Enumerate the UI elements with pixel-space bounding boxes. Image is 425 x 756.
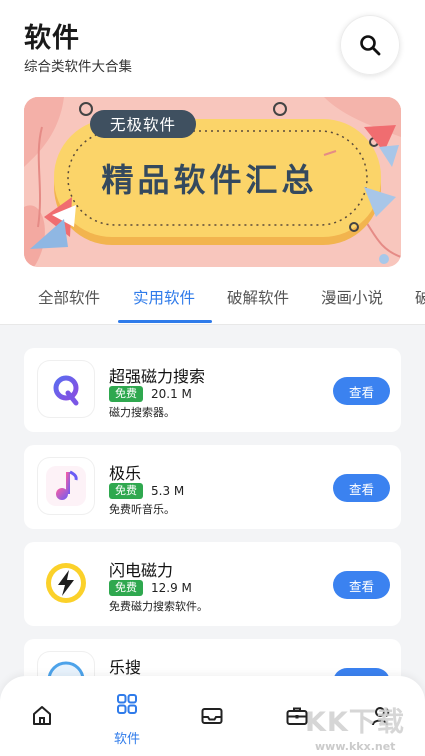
view-button[interactable]: 查看 [333, 571, 390, 599]
app-size: 5.3 M [151, 484, 185, 498]
watermark-text: KK下载 [305, 707, 405, 738]
app-name: 超强磁力搜索 [109, 367, 206, 386]
app-size: 12.9 M [151, 581, 192, 595]
category-tabs: 全部软件 实用软件 破解软件 漫画小说 破 [0, 278, 425, 325]
app-name: 极乐 [109, 464, 142, 483]
app-icon [38, 458, 94, 514]
list-item[interactable]: 极乐 免费 5.3 M 免费听音乐。 查看 [24, 445, 401, 529]
tab-comics[interactable]: 漫画小说 [321, 286, 383, 308]
lightning-icon [46, 563, 86, 603]
grid-icon [117, 694, 137, 714]
view-button[interactable]: 查看 [333, 474, 390, 502]
nav-messages[interactable] [177, 676, 247, 756]
price-badge: 免费 [109, 386, 143, 402]
app-description: 免费听音乐。 [109, 503, 175, 516]
tab-cracked[interactable]: 破解软件 [227, 286, 289, 308]
search-button[interactable] [340, 15, 400, 75]
app-size: 20.1 M [151, 387, 192, 401]
app-description: 磁力搜索器。 [109, 406, 175, 419]
app-icon [38, 361, 94, 417]
price-badge: 免费 [109, 580, 143, 596]
list-item[interactable]: 闪电磁力 免费 12.9 M 免费磁力搜索软件。 查看 [24, 542, 401, 626]
banner-badge: 无极软件 [90, 110, 196, 138]
mail-icon [201, 708, 223, 724]
nav-home[interactable] [7, 676, 77, 756]
app-icon [38, 555, 94, 611]
page-title: 软件 [24, 23, 80, 54]
tab-more[interactable]: 破 [415, 286, 425, 308]
list-item[interactable]: 超强磁力搜索 免费 20.1 M 磁力搜索器。 查看 [24, 348, 401, 432]
app-name: 闪电磁力 [109, 561, 174, 580]
tab-all[interactable]: 全部软件 [38, 286, 100, 308]
banner-carousel[interactable]: 无极软件 精品软件汇总 [24, 97, 401, 267]
nav-software-label: 软件 [113, 732, 140, 747]
banner-headline: 精品软件汇总 [101, 161, 318, 199]
search-icon [360, 35, 381, 56]
view-button[interactable]: 查看 [333, 377, 390, 405]
active-tab-indicator [118, 320, 212, 323]
tab-utility[interactable]: 实用软件 [133, 286, 195, 308]
nav-software[interactable]: 软件 [92, 676, 162, 756]
price-badge: 免费 [109, 483, 143, 499]
app-name: 乐搜 [109, 658, 142, 677]
app-description: 免费磁力搜索软件。 [109, 600, 208, 613]
watermark-url: www.kkx.net [315, 740, 396, 753]
magnet-q-icon [53, 375, 79, 406]
page-subtitle: 综合类软件大合集 [24, 59, 132, 75]
music-note-icon [46, 466, 86, 506]
home-icon [33, 706, 51, 725]
